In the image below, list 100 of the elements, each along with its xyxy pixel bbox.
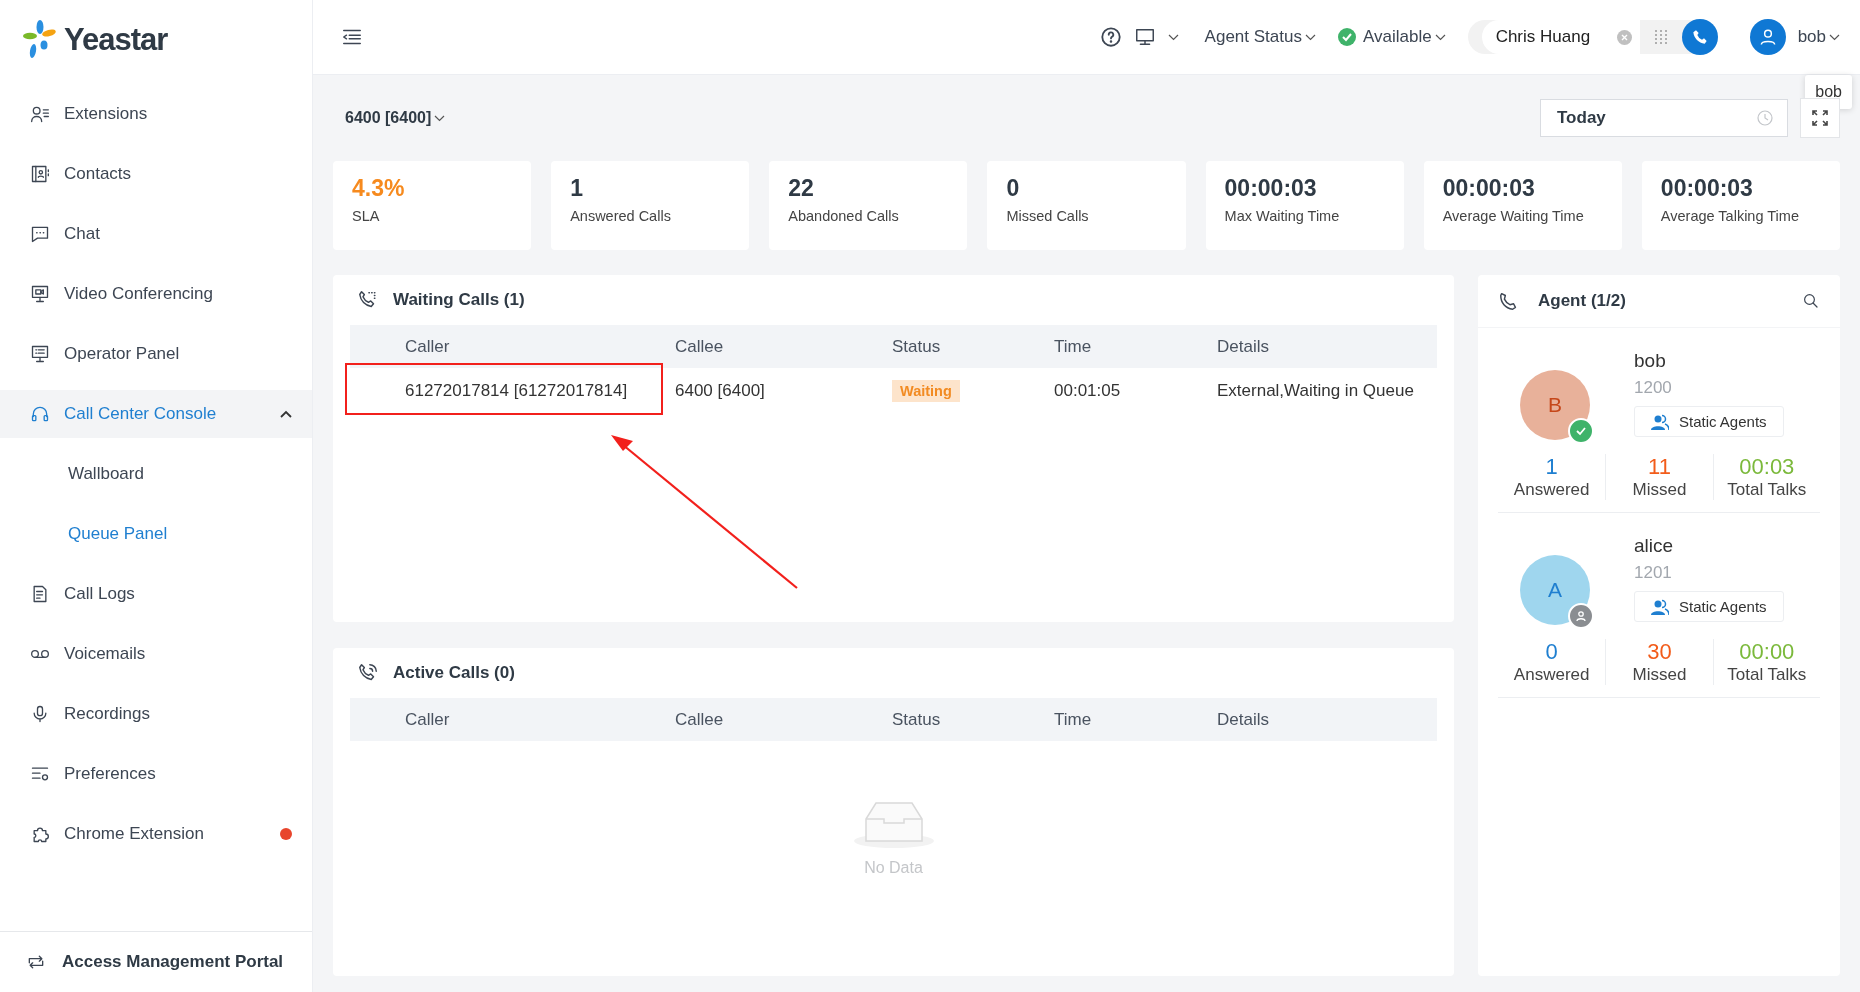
avatar-initial: B xyxy=(1548,393,1562,417)
monitor-list-icon xyxy=(30,344,50,364)
table-cell-text: 6400 [6400] xyxy=(675,381,766,401)
agent-stat-label: Total Talks xyxy=(1727,480,1807,500)
people-icon xyxy=(1651,598,1669,615)
nav-item[interactable]: Video Conferencing xyxy=(0,270,312,318)
date-range-field[interactable]: Today xyxy=(1540,99,1788,137)
group-label: Static Agents xyxy=(1679,413,1767,430)
agent-stat-label: Answered xyxy=(1513,665,1590,685)
column-header: Status xyxy=(892,709,942,730)
agent-name: alice xyxy=(1634,535,1675,557)
user-menu[interactable]: bob xyxy=(1797,27,1826,47)
stat-label: SLA xyxy=(352,208,381,224)
column-header: Caller xyxy=(405,709,451,730)
column-header: Caller xyxy=(405,336,451,357)
stat-label: Missed Calls xyxy=(1006,208,1090,224)
user-avatar-icon[interactable] xyxy=(1749,19,1786,55)
column-header: Callee xyxy=(675,709,725,730)
agent-stat-label: Missed xyxy=(1632,480,1687,500)
agent-stat-value: 1 xyxy=(1545,454,1558,480)
person-status-icon xyxy=(1568,603,1594,629)
agent-extension: 1200 xyxy=(1634,378,1673,398)
portal-link[interactable]: Access Management Portal xyxy=(62,952,284,972)
agent-extension: 1201 xyxy=(1634,563,1673,583)
stat-value: 00:00:03 xyxy=(1660,175,1754,202)
fullscreen-button[interactable] xyxy=(1800,98,1840,138)
nav-item[interactable]: Contacts xyxy=(0,150,312,198)
agent-status-menu[interactable]: Agent Status xyxy=(1204,27,1302,47)
stat-label: Max Waiting Time xyxy=(1224,208,1341,224)
call-button[interactable] xyxy=(1681,19,1718,55)
agent-stat-value: 00:03 xyxy=(1739,454,1795,480)
panel-title: Agent (1/2) xyxy=(1538,291,1627,311)
nav-item[interactable]: Call Center Console xyxy=(0,390,312,438)
table-cell-text: External,Waiting in Queue xyxy=(1217,381,1415,401)
agent-stat-label: Missed xyxy=(1632,665,1687,685)
monitor-icon xyxy=(1133,26,1156,48)
chevron-down-icon xyxy=(1167,33,1179,41)
nav-item[interactable]: Voicemails xyxy=(0,630,312,678)
agent-stat-value: 11 xyxy=(1648,454,1671,480)
available-check-icon xyxy=(1568,418,1594,444)
stat-label: Average Talking Time xyxy=(1660,208,1800,224)
group-label: Static Agents xyxy=(1679,598,1767,615)
stat-value: 4.3% xyxy=(352,175,406,202)
phone-icon xyxy=(1691,29,1708,45)
nav-item[interactable]: Extensions xyxy=(0,90,312,138)
nav-item[interactable]: Call Logs xyxy=(0,570,312,618)
stat-value: 00:00:03 xyxy=(1224,175,1318,202)
person-list-icon xyxy=(30,104,50,124)
nav-item[interactable]: Chat xyxy=(0,210,312,258)
status-badge: Waiting xyxy=(892,380,960,402)
fullscreen-icon xyxy=(1811,109,1829,127)
stat-value: 1 xyxy=(570,175,584,202)
stat-label: Abandoned Calls xyxy=(788,208,900,224)
column-header: Time xyxy=(1054,336,1093,357)
empty-message: No Data xyxy=(864,859,923,877)
people-icon xyxy=(1651,413,1669,430)
table-cell-text: 61272017814 [61272017814] xyxy=(405,381,629,401)
chevron-down-icon xyxy=(1829,33,1840,41)
video-monitor-icon xyxy=(30,284,50,304)
agent-stat-label: Total Talks xyxy=(1727,665,1807,685)
brand-name: Yeastar xyxy=(64,22,168,58)
avatar-initial: A xyxy=(1548,578,1562,602)
column-header: Callee xyxy=(675,336,725,357)
stat-value: 0 xyxy=(1006,175,1021,202)
nav-item[interactable]: Recordings xyxy=(0,690,312,738)
panel-title: Waiting Calls (1) xyxy=(393,290,525,310)
address-book-icon xyxy=(30,164,50,184)
headset-icon xyxy=(30,404,50,424)
nav-item[interactable]: Preferences xyxy=(0,750,312,798)
available-check-icon xyxy=(1337,28,1356,46)
table-cell-text: 00:01:05 xyxy=(1054,381,1122,401)
status-menu[interactable]: Available xyxy=(1362,27,1432,47)
clock-icon xyxy=(1757,110,1773,126)
help-icon xyxy=(1099,26,1122,48)
caret-up-icon xyxy=(280,410,292,418)
agent-stat-value: 00:00 xyxy=(1739,639,1795,665)
agent-stat-value: 0 xyxy=(1545,639,1558,665)
stat-value: 22 xyxy=(788,175,815,202)
nav-item[interactable]: Chrome Extension xyxy=(0,810,312,858)
column-header: Details xyxy=(1217,709,1270,730)
column-header: Time xyxy=(1054,709,1093,730)
panel-title: Active Calls (0) xyxy=(393,663,515,683)
nav-subitem[interactable]: Queue Panel xyxy=(0,510,312,558)
agent-stat-label: Answered xyxy=(1513,480,1590,500)
chevron-down-icon xyxy=(1304,33,1316,41)
search-icon xyxy=(1802,292,1820,310)
nav-subitem[interactable]: Wallboard xyxy=(0,450,312,498)
dial-field[interactable]: Chris Huang xyxy=(1481,20,1617,54)
column-header: Status xyxy=(892,336,942,357)
stat-value: 00:00:03 xyxy=(1442,175,1536,202)
stat-label: Average Waiting Time xyxy=(1442,208,1585,224)
chevron-down-icon xyxy=(434,114,446,122)
queue-selector[interactable]: 6400 [6400] xyxy=(345,109,432,127)
stat-label: Answered Calls xyxy=(570,208,672,224)
column-header: Details xyxy=(1217,336,1270,357)
nav-item[interactable]: Operator Panel xyxy=(0,330,312,378)
agent-name: bob xyxy=(1634,350,1667,372)
chat-icon xyxy=(30,224,50,244)
agent-stat-value: 30 xyxy=(1647,639,1672,665)
chevron-down-icon xyxy=(1434,33,1446,41)
